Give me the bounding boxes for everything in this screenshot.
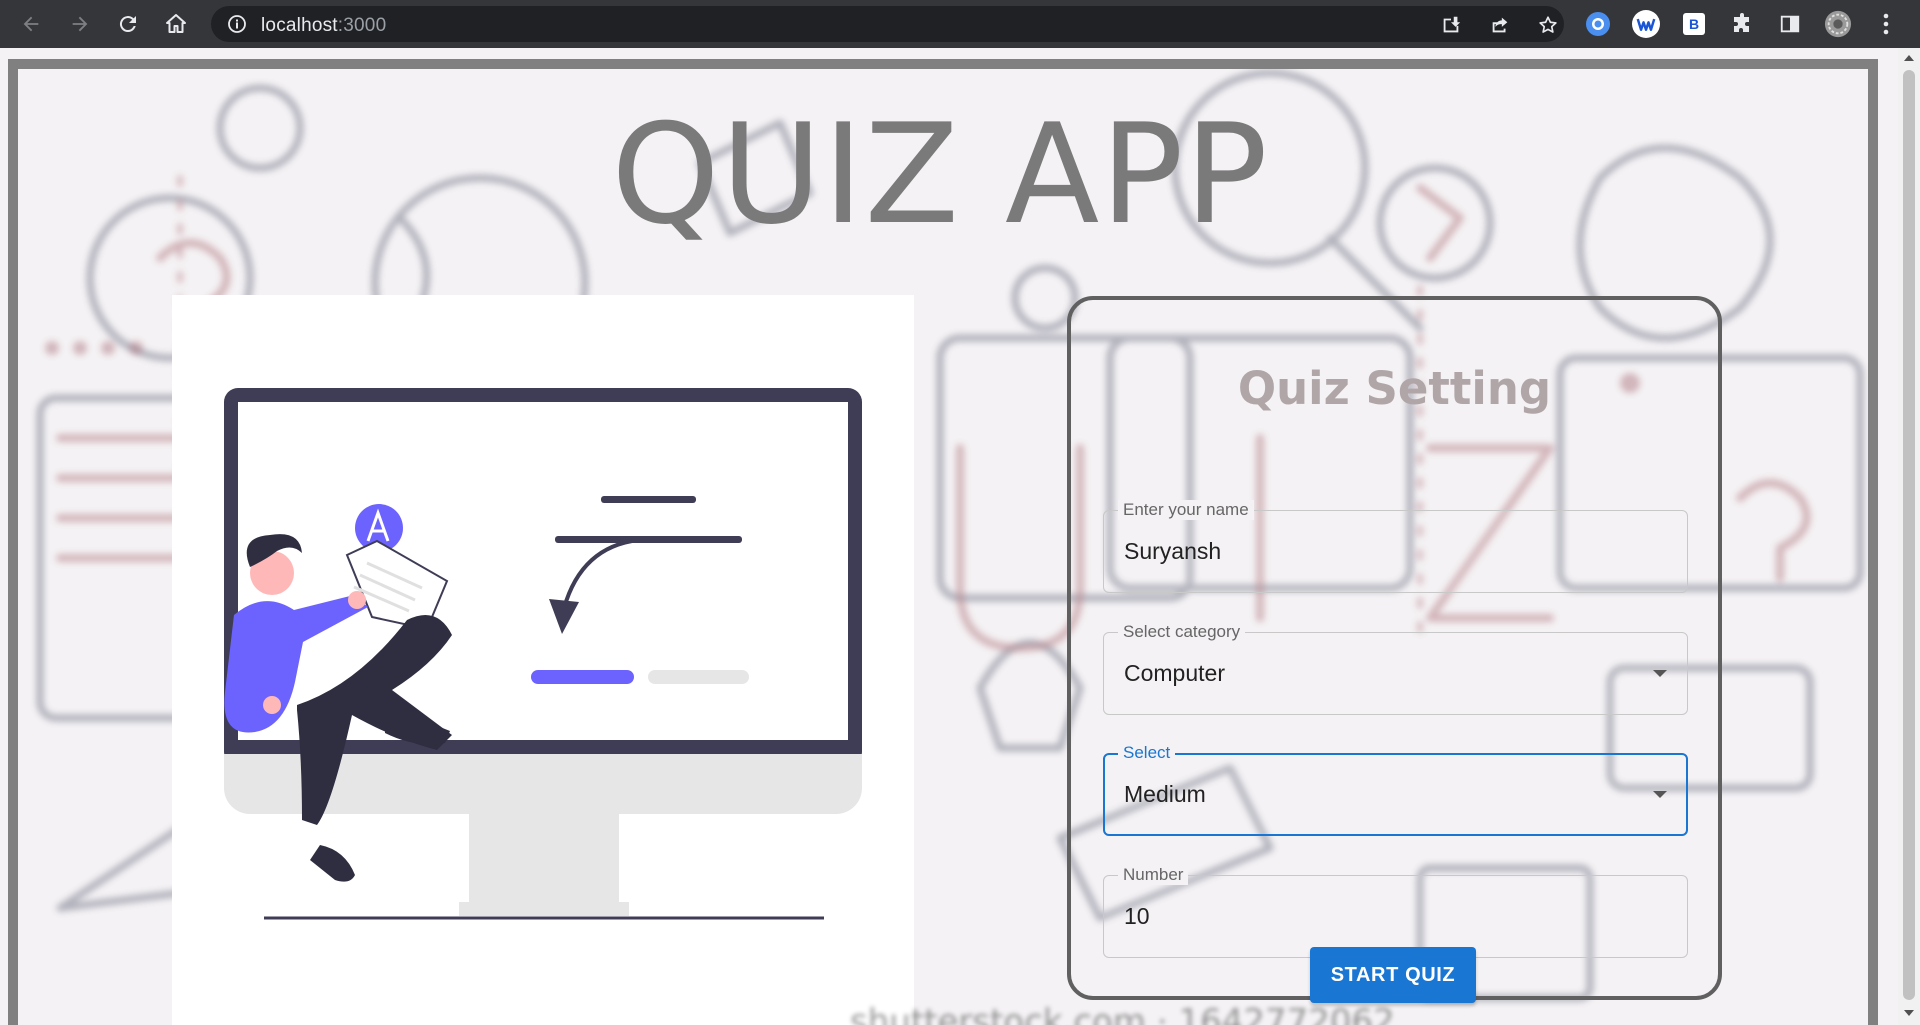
number-input[interactable]: 10 [1124,903,1150,930]
difficulty-select-label: Select [1118,743,1176,763]
quiz-settings-panel: Quiz Setting Enter your name Suryansh Se… [1067,296,1722,1000]
site-info-icon[interactable] [227,14,247,34]
extension-w-button[interactable] [1632,10,1660,38]
hero-illustration [172,295,914,1025]
home-button[interactable] [161,9,191,39]
reload-button[interactable] [113,9,143,39]
start-quiz-button[interactable]: START QUIZ [1310,947,1476,1003]
share-icon[interactable] [1489,14,1511,36]
extension-b-button[interactable]: B [1680,10,1708,38]
profile-button[interactable] [1824,10,1852,38]
extensions-button[interactable] [1728,10,1756,38]
w-extension-icon [1632,10,1660,38]
side-panel-icon [1780,15,1800,33]
install-app-icon[interactable] [1440,14,1462,36]
address-bar[interactable]: localhost:3000 [211,6,1564,42]
difficulty-select-value[interactable]: Medium [1124,781,1206,808]
page-viewport: QUIZ APP Quiz Setting Enter your name Su… [0,48,1920,1025]
forward-button[interactable] [65,9,95,39]
bookmark-star-icon[interactable] [1537,14,1559,36]
category-select[interactable]: Select category Computer [1103,622,1688,715]
category-dropdown-arrow-icon[interactable] [1653,670,1667,677]
url-text[interactable]: localhost:3000 [261,15,386,37]
puzzle-piece-icon [1734,13,1749,32]
side-panel-button[interactable] [1776,10,1804,38]
number-field[interactable]: Number 10 [1103,865,1688,958]
name-field-label: Enter your name [1118,500,1254,520]
difficulty-select[interactable]: Select Medium [1103,743,1688,836]
scroll-down-arrow-icon[interactable] [1904,1010,1914,1016]
back-button[interactable] [16,9,46,39]
kebab-menu-icon [1883,13,1889,35]
url-host: localhost [261,15,338,36]
difficulty-dropdown-arrow-icon[interactable] [1653,791,1667,798]
page-title: QUIZ APP [611,94,1269,255]
browser-toolbar: localhost:3000 B [0,0,1920,48]
name-input[interactable]: Suryansh [1124,538,1221,565]
number-field-label: Number [1118,865,1189,885]
person-at-monitor-illustration [224,388,862,920]
home-icon [166,14,186,33]
record-extension-icon [1586,12,1610,36]
extension-circle-button[interactable] [1584,10,1612,38]
b-extension-icon: B [1683,13,1705,35]
forward-arrow-icon [72,16,88,32]
category-select-label: Select category [1118,622,1246,642]
browser-menu-button[interactable] [1872,10,1900,38]
scrollbar-thumb[interactable] [1903,70,1915,1000]
url-port: :3000 [337,15,387,36]
scroll-up-arrow-icon[interactable] [1904,55,1914,61]
settings-heading: Quiz Setting [1237,362,1552,415]
category-select-value[interactable]: Computer [1124,660,1225,687]
back-arrow-icon [23,16,39,32]
background-watermark: shutterstock.com · 1642772062 [850,1002,1395,1025]
avatar [1824,10,1852,38]
name-field[interactable]: Enter your name Suryansh [1103,500,1688,593]
reload-icon [119,16,136,33]
page-scrollbar[interactable] [1898,48,1920,1025]
b-extension-label: B [1688,16,1700,32]
